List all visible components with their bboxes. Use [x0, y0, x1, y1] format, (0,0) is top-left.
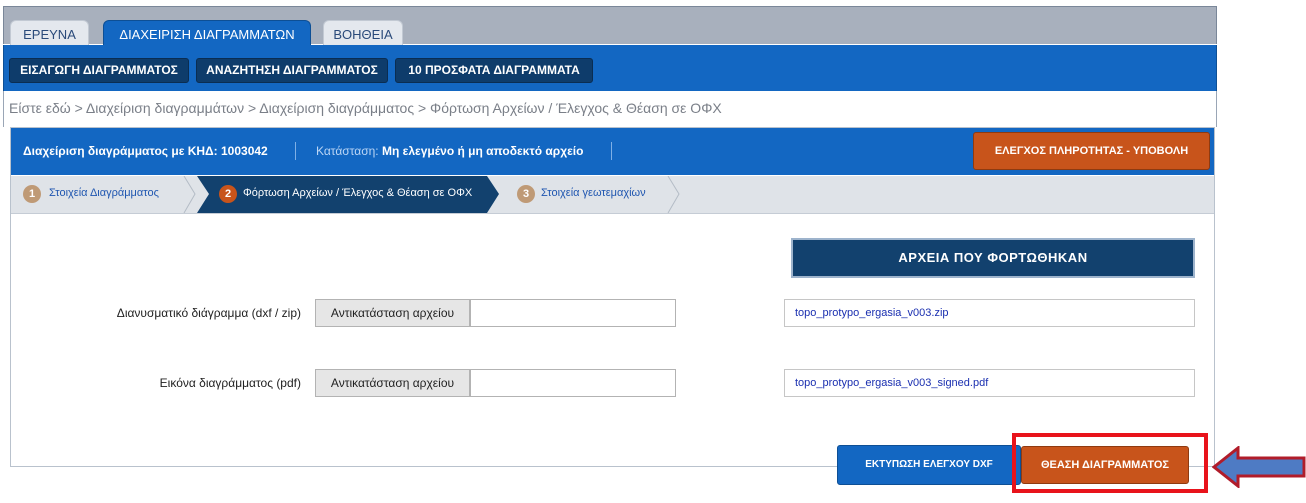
step-number: 2 — [219, 185, 237, 203]
vector-diagram-label: Διανυσματικό διάγραμμα (dxf / zip) — [116, 306, 301, 320]
divider — [295, 142, 296, 160]
tab-diagram-management[interactable]: ΔΙΑΧΕΙΡΙΣΗ ΔΙΑΓΡΑΜΜΑΤΩΝ — [103, 20, 311, 47]
step-number: 3 — [517, 185, 535, 203]
step-label: Στοιχεία γεωτεμαχίων — [541, 187, 646, 199]
import-diagram-button[interactable]: ΕΙΣΑΓΩΓΗ ΔΙΑΓΡΑΜΜΑΤΟΣ — [9, 58, 189, 83]
step-file-upload[interactable]: 2 Φόρτωση Αρχείων / Έλεγχος & Θέαση σε Ο… — [197, 176, 499, 213]
tab-help[interactable]: ΒΟΗΘΕΙΑ — [323, 20, 403, 47]
pointer-arrow-icon — [1212, 446, 1306, 488]
divider — [611, 142, 612, 160]
breadcrumb: Είστε εδώ > Διαχείριση διαγραμμάτων > Δι… — [9, 100, 722, 116]
search-diagram-button[interactable]: ΑΝΑΖΗΤΗΣΗ ΔΙΑΓΡΑΜΜΑΤΟΣ — [196, 58, 388, 83]
step-number: 1 — [23, 185, 41, 203]
wizard-steps: 1 Στοιχεία Διαγράμματος 2 Φόρτωση Αρχείω… — [11, 176, 1214, 214]
uploaded-file-link[interactable]: topo_protypo_ergasia_v003_signed.pdf — [784, 369, 1195, 397]
step-diagram-details[interactable]: 1 Στοιχεία Διαγράμματος — [11, 176, 196, 213]
print-dxf-check-button[interactable]: ΕΚΤΥΠΩΣΗ ΕΛΕΓΧΟΥ DXF — [837, 445, 1021, 485]
uploaded-file-link[interactable]: topo_protypo_ergasia_v003.zip — [784, 299, 1195, 327]
info-bar: Διαχείριση διαγράμματος με ΚΗΔ: 1003042 … — [11, 128, 1214, 175]
top-tab-bar: ΕΡΕΥΝΑ ΔΙΑΧΕΙΡΙΣΗ ΔΙΑΓΡΑΜΜΑΤΩΝ ΒΟΗΘΕΙΑ — [3, 6, 1217, 47]
vector-file-field[interactable] — [470, 299, 676, 327]
image-file-field[interactable] — [470, 369, 676, 397]
step-chevron-icon — [667, 176, 680, 213]
step-parcel-details[interactable]: 3 Στοιχεία γεωτεμαχίων — [505, 176, 685, 213]
replace-vector-file-button[interactable]: Αντικατάσταση αρχείου — [315, 299, 470, 327]
page: ΕΡΕΥΝΑ ΔΙΑΧΕΙΡΙΣΗ ΔΙΑΓΡΑΜΜΑΤΩΝ ΒΟΗΘΕΙΑ Ε… — [0, 0, 1306, 503]
status-text: Κατάσταση: Μη ελεγμένο ή μη αποδεκτό αρχ… — [316, 144, 583, 158]
tab-search[interactable]: ΕΡΕΥΝΑ — [10, 20, 89, 47]
main-panel: Διαχείριση διαγράμματος με ΚΗΔ: 1003042 … — [10, 127, 1215, 467]
uploaded-files-header: ΑΡΧΕΙΑ ΠΟΥ ΦΟΡΤΩΘΗΚΑΝ — [791, 238, 1195, 278]
sub-nav-bar: ΕΙΣΑΓΩΓΗ ΔΙΑΓΡΑΜΜΑΤΟΣ ΑΝΑΖΗΤΗΣΗ ΔΙΑΓΡΑΜΜ… — [3, 45, 1217, 91]
step-chevron-icon — [183, 176, 196, 213]
completeness-check-submit-button[interactable]: ΕΛΕΓΧΟΣ ΠΛΗΡΟΤΗΤΑΣ - ΥΠΟΒΟΛΗ — [973, 132, 1210, 170]
step-label: Φόρτωση Αρχείων / Έλεγχος & Θέαση σε ΟΦΧ — [243, 187, 473, 199]
diagram-id-text: Διαχείριση διαγράμματος με ΚΗΔ: 1003042 — [23, 144, 268, 158]
replace-image-file-button[interactable]: Αντικατάσταση αρχείου — [315, 369, 470, 397]
status-label: Κατάσταση: — [316, 144, 379, 158]
highlight-box — [1012, 433, 1208, 493]
breadcrumb-row: Είστε εδώ > Διαχείριση διαγραμμάτων > Δι… — [3, 91, 1217, 127]
status-value: Μη ελεγμένο ή μη αποδεκτό αρχείο — [381, 144, 584, 158]
recent-diagrams-button[interactable]: 10 ΠΡΟΣΦΑΤΑ ΔΙΑΓΡΑΜΜΑΤΑ — [395, 58, 593, 83]
step-label: Στοιχεία Διαγράμματος — [49, 187, 159, 199]
image-diagram-label: Εικόνα διαγράμματος (pdf) — [159, 376, 301, 390]
